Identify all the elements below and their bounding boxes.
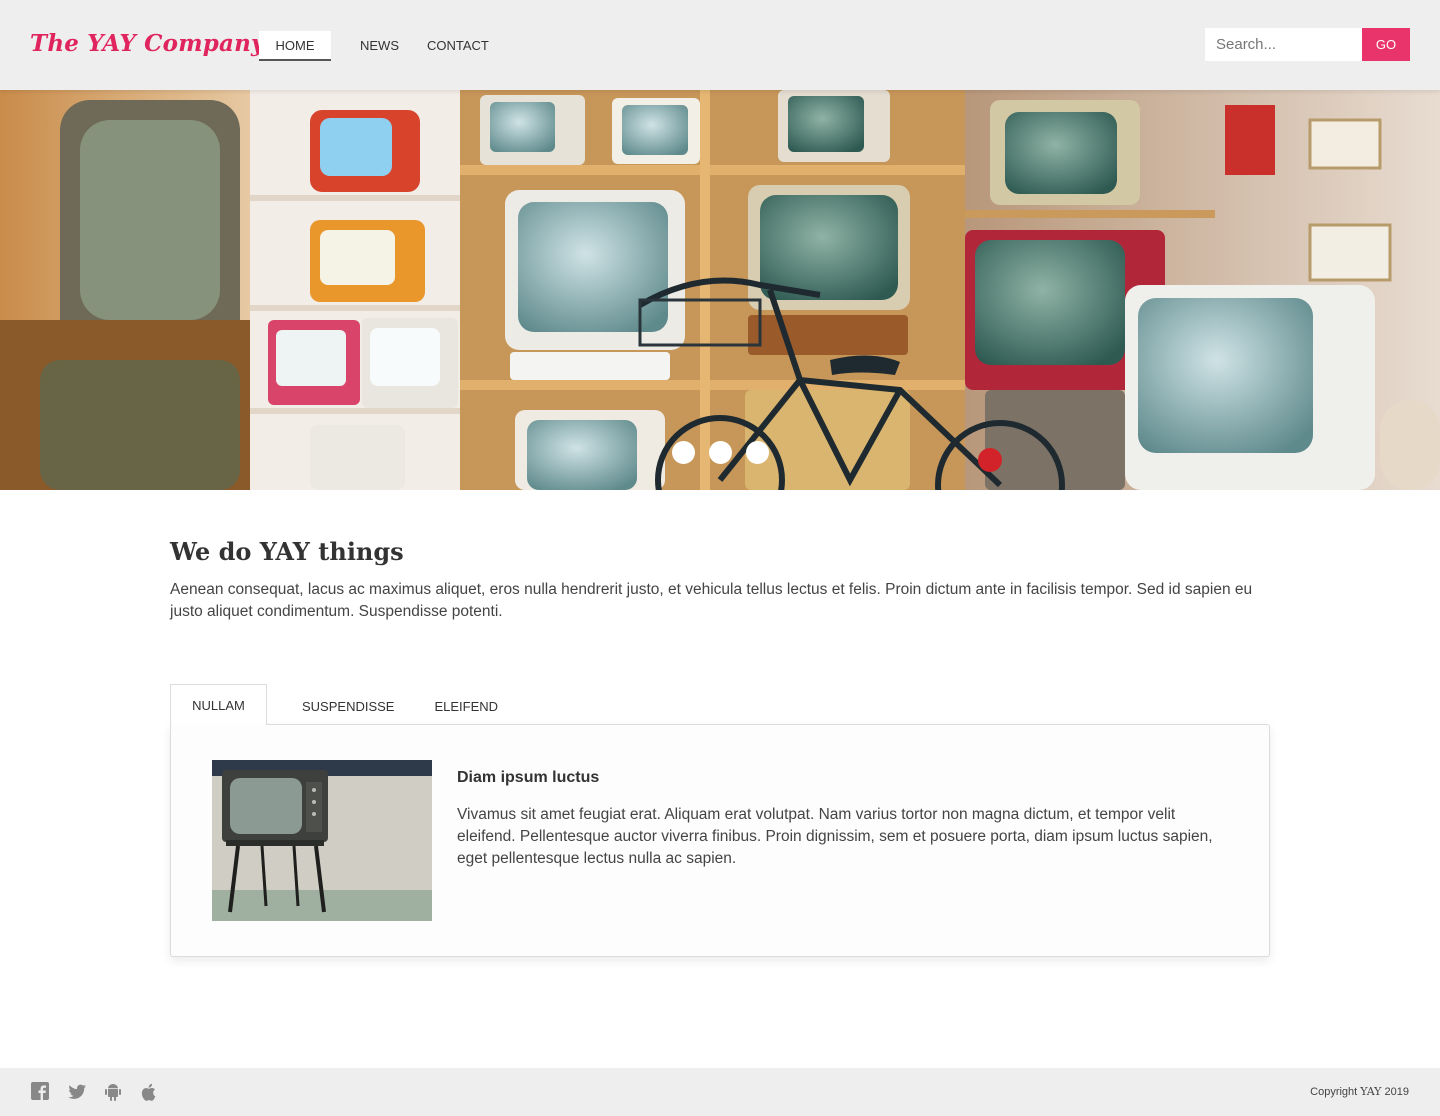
apple-icon[interactable] [138,1081,160,1103]
carousel-dot-2[interactable] [709,441,732,464]
site-header: The YAY Company HOME NEWS CONTACT GO [0,0,1440,90]
card-text: Vivamus sit amet feugiat erat. Aliquam e… [457,806,1213,867]
card-image [212,760,432,921]
intro-paragraph: Aenean consequat, lacus ac maximus aliqu… [170,581,1253,620]
search-go-button[interactable]: GO [1362,28,1410,61]
site-footer: Copyright YAY 2019 [0,1068,1440,1116]
social-links [30,1081,174,1103]
tab-eleifend[interactable]: ELEIFEND [434,689,498,725]
carousel-dot-3[interactable] [746,441,769,464]
nav-item-news[interactable]: NEWS [360,31,399,61]
nav-item-home[interactable]: HOME [259,31,331,61]
site-logo[interactable]: The YAY Company [30,30,265,57]
hero-image [0,90,1440,490]
nav-item-contact[interactable]: CONTACT [427,31,489,61]
twitter-icon[interactable] [66,1081,88,1103]
tab-suspendisse[interactable]: SUSPENDISSE [302,689,394,725]
tab-panel: Diam ipsum luctus Vivamus sit amet feugi… [170,724,1270,957]
main-nav: HOME NEWS CONTACT [259,31,489,61]
android-icon[interactable] [102,1081,124,1103]
facebook-icon[interactable] [30,1081,52,1103]
hero-carousel [0,90,1440,490]
carousel-dot-1[interactable] [672,441,695,464]
search-input[interactable] [1205,28,1362,61]
intro-heading: We do YAY things [170,537,404,566]
copyright-brand: YAY [1360,1085,1382,1098]
carousel-indicators [672,441,783,464]
content-tabs: NULLAM SUSPENDISSE ELEIFEND [170,684,498,725]
vintage-tv-image [212,760,432,921]
copyright-text: Copyright YAY 2019 [1310,1085,1409,1098]
copyright-year: 2019 [1384,1086,1409,1098]
tab-nullam[interactable]: NULLAM [170,684,267,725]
copyright-prefix: Copyright [1310,1086,1358,1098]
card-title: Diam ipsum luctus [457,769,600,786]
